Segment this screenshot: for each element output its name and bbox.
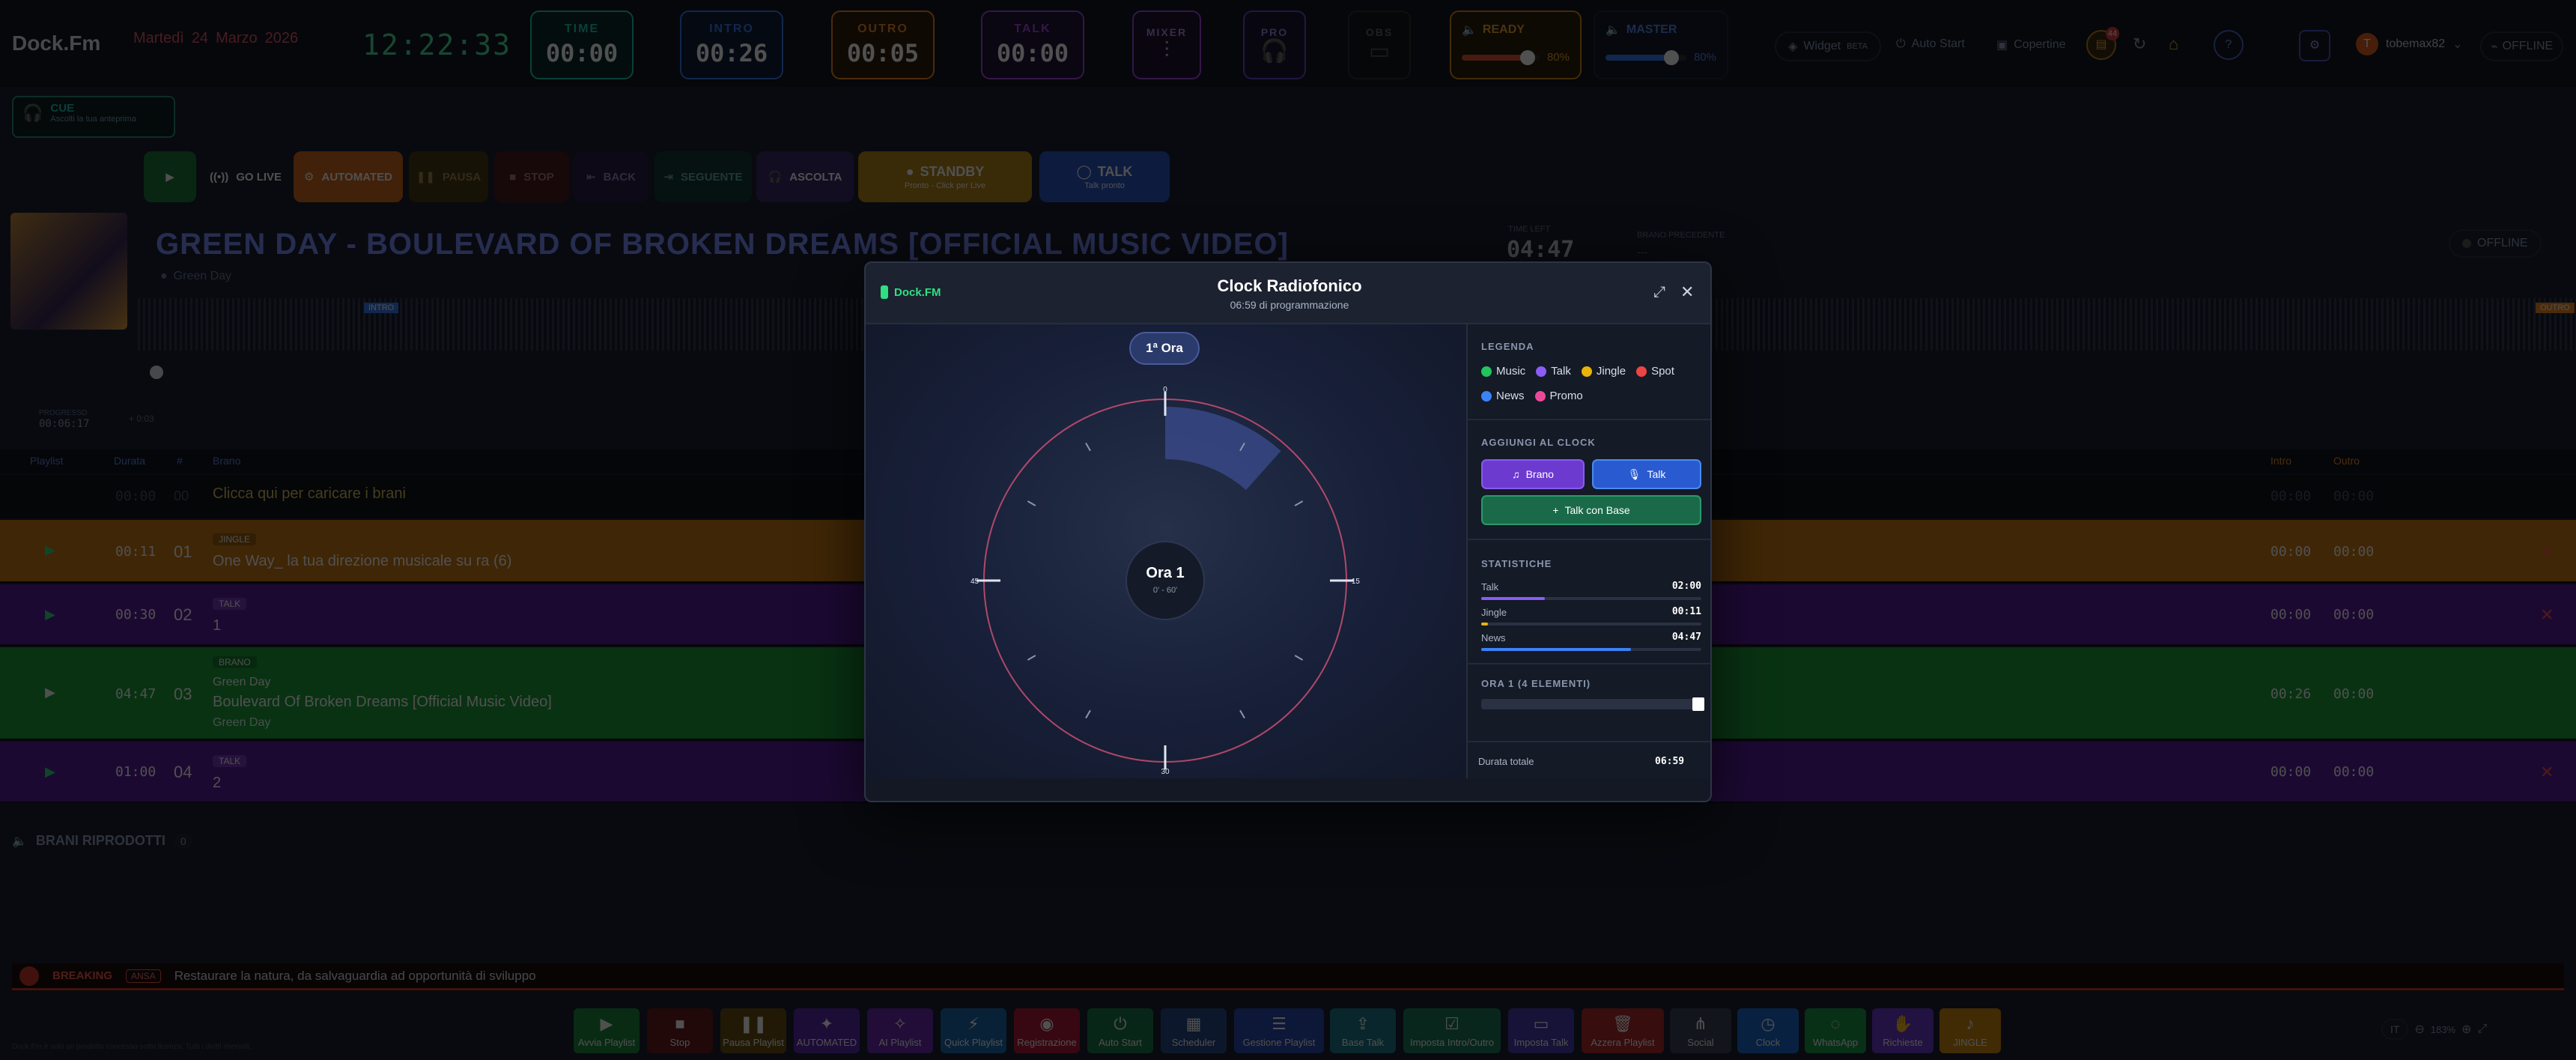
clock-tick: [1239, 709, 1245, 719]
clock-modal: Dock.FM Clock Radiofonico 06:59 di progr…: [864, 261, 1712, 802]
clock-tick: [1085, 442, 1091, 452]
add-brano-button[interactable]: ♫ Brano: [1481, 459, 1585, 489]
modal-header: Dock.FM Clock Radiofonico 06:59 di progr…: [866, 263, 1710, 324]
jingle-dot: [1581, 366, 1592, 377]
music-icon: ♫: [1512, 468, 1520, 480]
plus-icon: +: [1552, 504, 1559, 516]
legend-promo: Promo: [1534, 390, 1583, 402]
dial-label-0: 0: [1163, 386, 1167, 394]
close-icon[interactable]: ✕: [1680, 282, 1694, 302]
timeline-handle[interactable]: [1692, 697, 1704, 711]
dial-label-45: 45: [970, 578, 979, 586]
total-label: Durata totale: [1478, 756, 1534, 767]
clock-tick: [1085, 709, 1091, 719]
clock-area: 1ª Ora 0 15 30 45 Ora 1 0' - 60': [866, 324, 1466, 778]
modal-title: Clock Radiofonico: [1217, 276, 1362, 295]
legend-music: Music: [1481, 365, 1525, 378]
clock-tick: [1027, 655, 1036, 661]
clock-tick: [1294, 500, 1304, 506]
add-title: AGGIUNGI AL CLOCK: [1481, 437, 1596, 448]
spot-dot: [1636, 366, 1647, 377]
hour-timeline[interactable]: [1481, 699, 1701, 709]
music-dot: [1481, 366, 1492, 377]
news-dot: [1481, 390, 1492, 402]
promo-dot: [1534, 390, 1546, 402]
clock-sidebar: LEGENDA Music Talk Jingle Spot News Prom…: [1466, 324, 1710, 778]
modal-subtitle: 06:59 di programmazione: [1230, 299, 1349, 311]
add-talk-base-button[interactable]: + Talk con Base: [1481, 495, 1701, 525]
add-talk-button[interactable]: 🎙 Talk: [1592, 459, 1701, 489]
clock-tick: [1294, 655, 1304, 661]
center-title: Ora 1: [1146, 565, 1184, 581]
legend-spot: Spot: [1636, 365, 1674, 378]
legend-news: News: [1481, 390, 1525, 402]
center-subtitle: 0' - 60': [1153, 586, 1177, 595]
talk-dot: [1536, 366, 1547, 377]
hour-elements-title: ORA 1 (4 ELEMENTI): [1481, 678, 1591, 689]
legend-title: LEGENDA: [1481, 341, 1534, 352]
stats-title: STATISTICHE: [1481, 558, 1552, 569]
clock-segment[interactable]: [1165, 407, 1281, 491]
dial-label-30: 30: [1161, 768, 1170, 775]
stat-jingle: Jingle 00:11: [1481, 606, 1701, 626]
clock-tick: [1027, 500, 1036, 506]
legend-talk: Talk: [1536, 365, 1571, 378]
legend-jingle: Jingle: [1581, 365, 1626, 378]
expand-icon[interactable]: ⤢: [1653, 284, 1665, 301]
hour-selector[interactable]: 1ª Ora: [1129, 332, 1200, 365]
legend: Music Talk Jingle Spot News Promo: [1481, 365, 1706, 402]
stat-talk: Talk 02:00: [1481, 581, 1701, 600]
clock-dial: 0 15 30 45 Ora 1 0' - 60': [970, 386, 1360, 775]
stat-news: News 04:47: [1481, 632, 1701, 651]
total-value: 06:59: [1655, 756, 1685, 767]
mic-icon: 🎙: [1627, 467, 1641, 480]
dial-label-15: 15: [1352, 578, 1360, 586]
